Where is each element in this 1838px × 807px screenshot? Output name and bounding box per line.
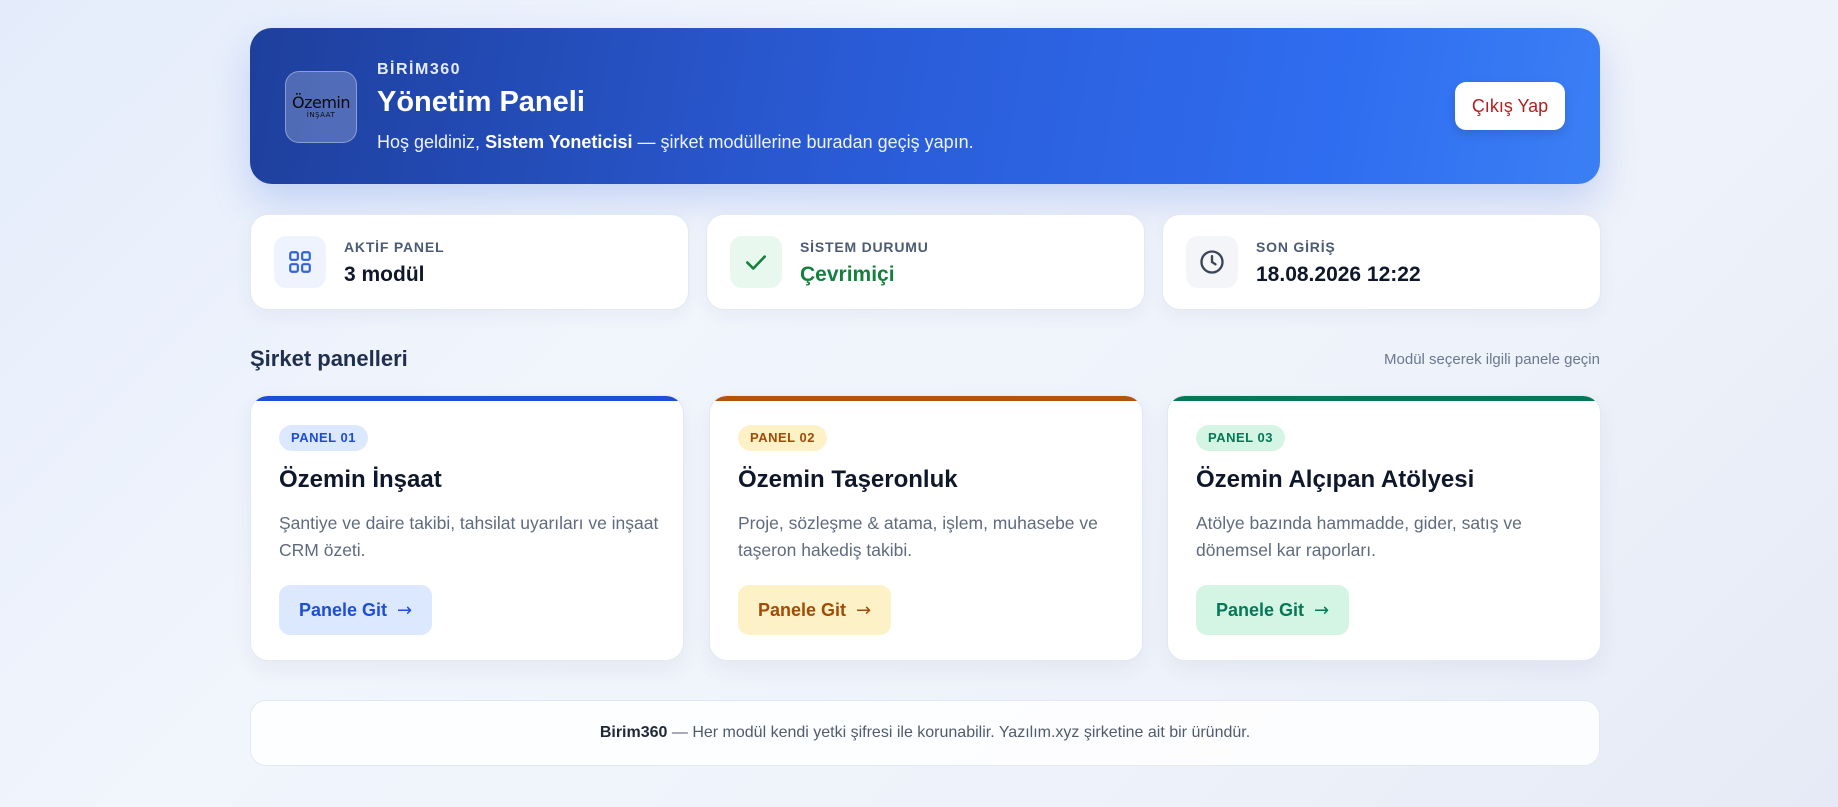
footer-note: Birim360 — Her modül kendi yetki şifresi… <box>250 700 1600 766</box>
card-accent-bar <box>251 396 683 401</box>
section-hint: Modül seçerek ilgili panele geçin <box>1384 351 1600 368</box>
go-to-panel-button[interactable]: Panele Git → <box>1196 585 1350 635</box>
panel-description: Şantiye ve daire takibi, tahsilat uyarıl… <box>279 513 659 560</box>
footer-brand: Birim360 <box>599 724 668 741</box>
panel-name: Özemin İnşaat <box>279 466 442 493</box>
stats-row: AKTİF PANEL 3 modül SİSTEM DURUMU Çevrim… <box>250 214 1601 310</box>
stat-label: AKTİF PANEL <box>344 239 445 255</box>
arrow-right-icon: → <box>856 599 872 621</box>
welcome-suffix: — şirket modüllerine buradan geçiş yapın… <box>632 132 974 152</box>
page-title: Yönetim Paneli <box>377 86 585 118</box>
panel-description: Atölye bazında hammadde, gider, satış ve… <box>1196 513 1522 560</box>
logout-button[interactable]: Çıkış Yap <box>1455 82 1565 130</box>
stat-value: 3 modül <box>344 263 425 286</box>
panel-cards: PANEL 01 Özemin İnşaat Şantiye ve daire … <box>250 395 1601 665</box>
logo-subtext: İNŞAAT <box>306 110 336 119</box>
card-accent-bar <box>1168 396 1600 401</box>
stat-active-panel: AKTİF PANEL 3 modül <box>250 214 689 310</box>
header-banner: Özemin İNŞAAT BİRİM360 Yönetim Paneli Ho… <box>250 28 1600 184</box>
button-label: Panele Git <box>1216 599 1305 620</box>
button-label: Panele Git <box>758 599 847 620</box>
panel-card-taseronluk: PANEL 02 Özemin Taşeronluk Proje, sözleş… <box>709 395 1143 661</box>
button-label: Panele Git <box>299 599 388 620</box>
logo-wordmark: Özemin <box>291 92 351 112</box>
panel-badge: PANEL 03 <box>1196 425 1285 451</box>
panel-name: Özemin Alçıpan Atölyesi <box>1196 466 1475 493</box>
stat-label: SİSTEM DURUMU <box>800 239 929 255</box>
panel-badge: PANEL 01 <box>279 425 368 451</box>
go-to-panel-button[interactable]: Panele Git → <box>738 585 892 635</box>
stat-label: SON GİRİŞ <box>1256 239 1336 255</box>
stat-value: Çevrimiçi <box>800 263 895 286</box>
panel-card-alcipan: PANEL 03 Özemin Alçıpan Atölyesi Atölye … <box>1167 395 1601 661</box>
stat-last-login: SON GİRİŞ 18.08.2026 12:22 <box>1162 214 1601 310</box>
company-logo: Özemin İNŞAAT <box>285 71 357 143</box>
dashboard: Özemin İNŞAAT BİRİM360 Yönetim Paneli Ho… <box>250 28 1601 766</box>
stat-value: 18.08.2026 12:22 <box>1256 263 1421 286</box>
arrow-right-icon: → <box>1314 599 1330 621</box>
clock-icon <box>1186 236 1238 288</box>
grid-icon <box>274 236 326 288</box>
welcome-text: Hoş geldiniz, Sistem Yoneticisi — şirket… <box>377 132 974 153</box>
card-accent-bar <box>710 396 1142 401</box>
panel-card-insaat: PANEL 01 Özemin İnşaat Şantiye ve daire … <box>250 395 684 661</box>
footer-text: — Her modül kendi yetki şifresi ile koru… <box>667 724 1251 741</box>
panel-name: Özemin Taşeronluk <box>738 466 958 493</box>
go-to-panel-button[interactable]: Panele Git → <box>279 585 433 635</box>
stat-system-status: SİSTEM DURUMU Çevrimiçi <box>706 214 1145 310</box>
section-title: Şirket panelleri <box>250 346 408 371</box>
check-icon <box>730 236 782 288</box>
arrow-right-icon: → <box>397 599 413 621</box>
panel-badge: PANEL 02 <box>738 425 827 451</box>
user-name: Sistem Yoneticisi <box>485 132 633 152</box>
panel-description: Proje, sözleşme & atama, işlem, muhasebe… <box>738 513 1098 560</box>
welcome-prefix: Hoş geldiniz, <box>377 132 486 152</box>
brand-name: BİRİM360 <box>377 61 462 78</box>
